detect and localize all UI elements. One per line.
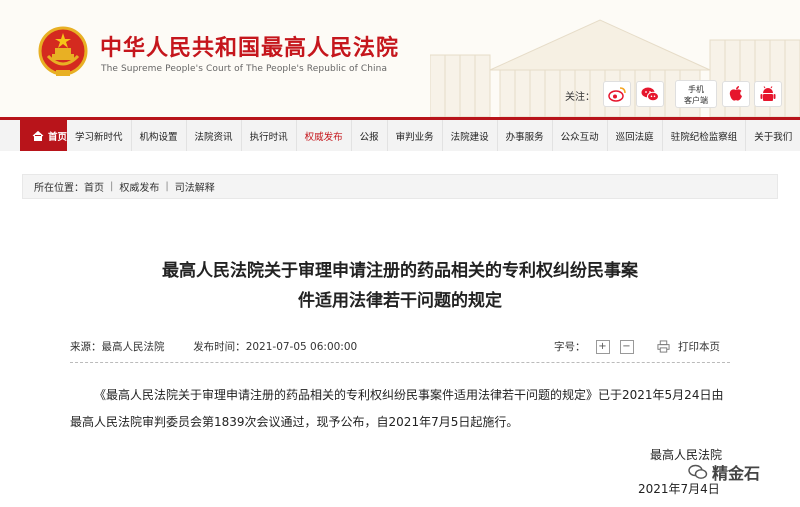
- font-increase-button[interactable]: +: [595, 339, 610, 354]
- date-label: 发布时间：: [193, 341, 246, 353]
- breadcrumb-label: 所在位置：: [34, 183, 84, 194]
- emblem-icon: [38, 26, 88, 76]
- print-label: 打印本页: [678, 341, 720, 353]
- nav-item-gazette[interactable]: 公报: [352, 120, 388, 151]
- nav-item-authoritative-release[interactable]: 权威发布: [297, 120, 352, 151]
- nav-item-about-us[interactable]: 关于我们: [746, 120, 800, 151]
- breadcrumb-home[interactable]: 首页: [84, 179, 104, 194]
- source-label: 来源：: [70, 341, 102, 353]
- home-icon: [32, 130, 44, 141]
- article-title-line2: 件适用法律若干问题的规定: [298, 291, 502, 311]
- wechat-link[interactable]: [636, 81, 664, 107]
- meta-divider: [70, 362, 730, 363]
- apple-icon: [729, 86, 742, 101]
- mobile-client-link[interactable]: 手机 客户端: [675, 80, 717, 108]
- breadcrumb-separator: |: [110, 181, 114, 192]
- nav-item-discipline-inspection[interactable]: 驻院纪检监察组: [663, 120, 747, 151]
- article-body: 《最高人民法院关于审理申请注册的药品相关的专利权纠纷民事案件适用法律若干问题的规…: [70, 388, 724, 429]
- wechat-icon: [641, 87, 659, 102]
- source-value: 最高人民法院: [101, 341, 165, 353]
- nav-item-study[interactable]: 学习新时代: [67, 120, 132, 151]
- site-header: 中华人民共和国最高人民法院 The Supreme People's Court…: [0, 0, 800, 117]
- article-title: 最高人民法院关于审理申请注册的药品相关的专利权纠纷民事案 件适用法律若干问题的规…: [90, 256, 710, 316]
- nav-item-organization[interactable]: 机构设置: [132, 120, 187, 151]
- breadcrumb-authoritative-release[interactable]: 权威发布: [119, 179, 159, 194]
- nav-item-home[interactable]: 首页: [20, 120, 68, 151]
- date-value: 2021-07-05 06:00:00: [245, 341, 358, 353]
- android-icon: [760, 86, 776, 101]
- font-decrease-button[interactable]: −: [619, 339, 634, 354]
- nav-item-services[interactable]: 办事服务: [498, 120, 553, 151]
- site-subtitle: The Supreme People's Court of The People…: [101, 64, 388, 74]
- weibo-icon: [608, 87, 626, 102]
- nav-home-label: 首页: [48, 131, 68, 143]
- breadcrumb: 所在位置： 首页 | 权威发布 | 司法解释: [22, 174, 778, 199]
- nav-item-court-news[interactable]: 法院资讯: [187, 120, 242, 151]
- wechat-icon: [688, 464, 708, 479]
- apple-link[interactable]: [722, 81, 750, 107]
- signature-date: 2021年7月4日: [638, 482, 720, 496]
- weibo-link[interactable]: [603, 81, 631, 107]
- mobile-label-line2: 客户端: [684, 96, 708, 105]
- nav-item-enforcement-news[interactable]: 执行时讯: [242, 120, 297, 151]
- follow-label: 关注：: [565, 92, 595, 103]
- article-title-line1: 最高人民法院关于审理申请注册的药品相关的专利权纠纷民事案: [162, 261, 638, 281]
- font-size-control: 字号： + −: [554, 339, 634, 354]
- breadcrumb-separator: |: [165, 181, 169, 192]
- nav-item-court-construction[interactable]: 法院建设: [443, 120, 498, 151]
- article-meta: 来源：最高人民法院 发布时间：2021-07-05 06:00:00: [70, 339, 357, 354]
- breadcrumb-judicial-interpretation[interactable]: 司法解释: [175, 179, 215, 194]
- nav-item-trial-business[interactable]: 审判业务: [388, 120, 443, 151]
- font-size-label: 字号：: [554, 341, 586, 353]
- nav-item-circuit-court[interactable]: 巡回法庭: [608, 120, 663, 151]
- main-nav: 首页 学习新时代 机构设置 法院资讯 执行时讯 权威发布 公报 审判业务 法院建…: [0, 117, 800, 151]
- nav-item-public-interaction[interactable]: 公众互动: [553, 120, 608, 151]
- site-title[interactable]: 中华人民共和国最高人民法院: [100, 30, 399, 62]
- print-button[interactable]: 打印本页: [657, 339, 720, 354]
- mobile-label-line1: 手机: [688, 85, 704, 94]
- android-link[interactable]: [754, 81, 782, 107]
- printer-icon: [657, 340, 670, 353]
